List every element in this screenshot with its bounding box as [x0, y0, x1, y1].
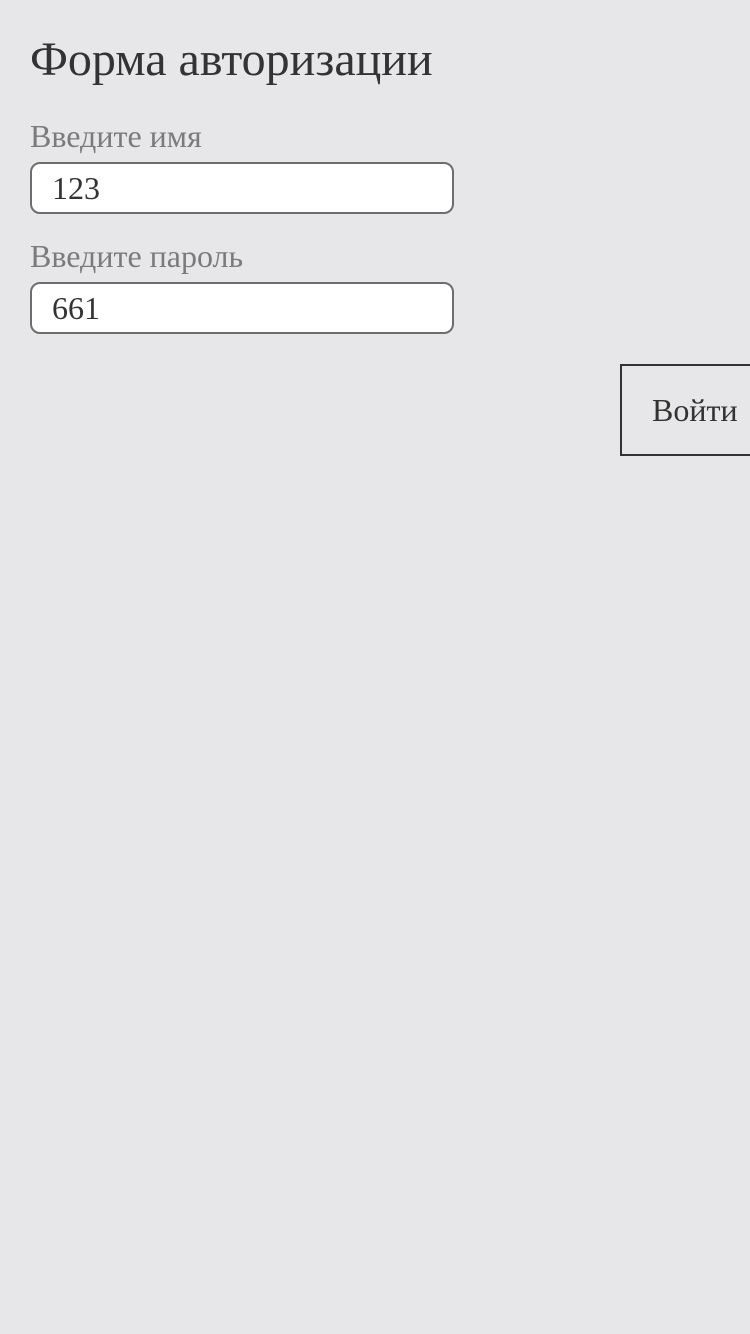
login-screen: Форма авторизации Введите имя Введите па… — [0, 0, 750, 1334]
page-title: Форма авторизации — [30, 33, 433, 86]
password-label: Введите пароль — [30, 238, 244, 274]
name-input[interactable] — [30, 162, 454, 214]
login-button[interactable]: Войти — [620, 364, 750, 456]
name-label: Введите имя — [30, 118, 202, 154]
password-input[interactable] — [30, 282, 454, 334]
